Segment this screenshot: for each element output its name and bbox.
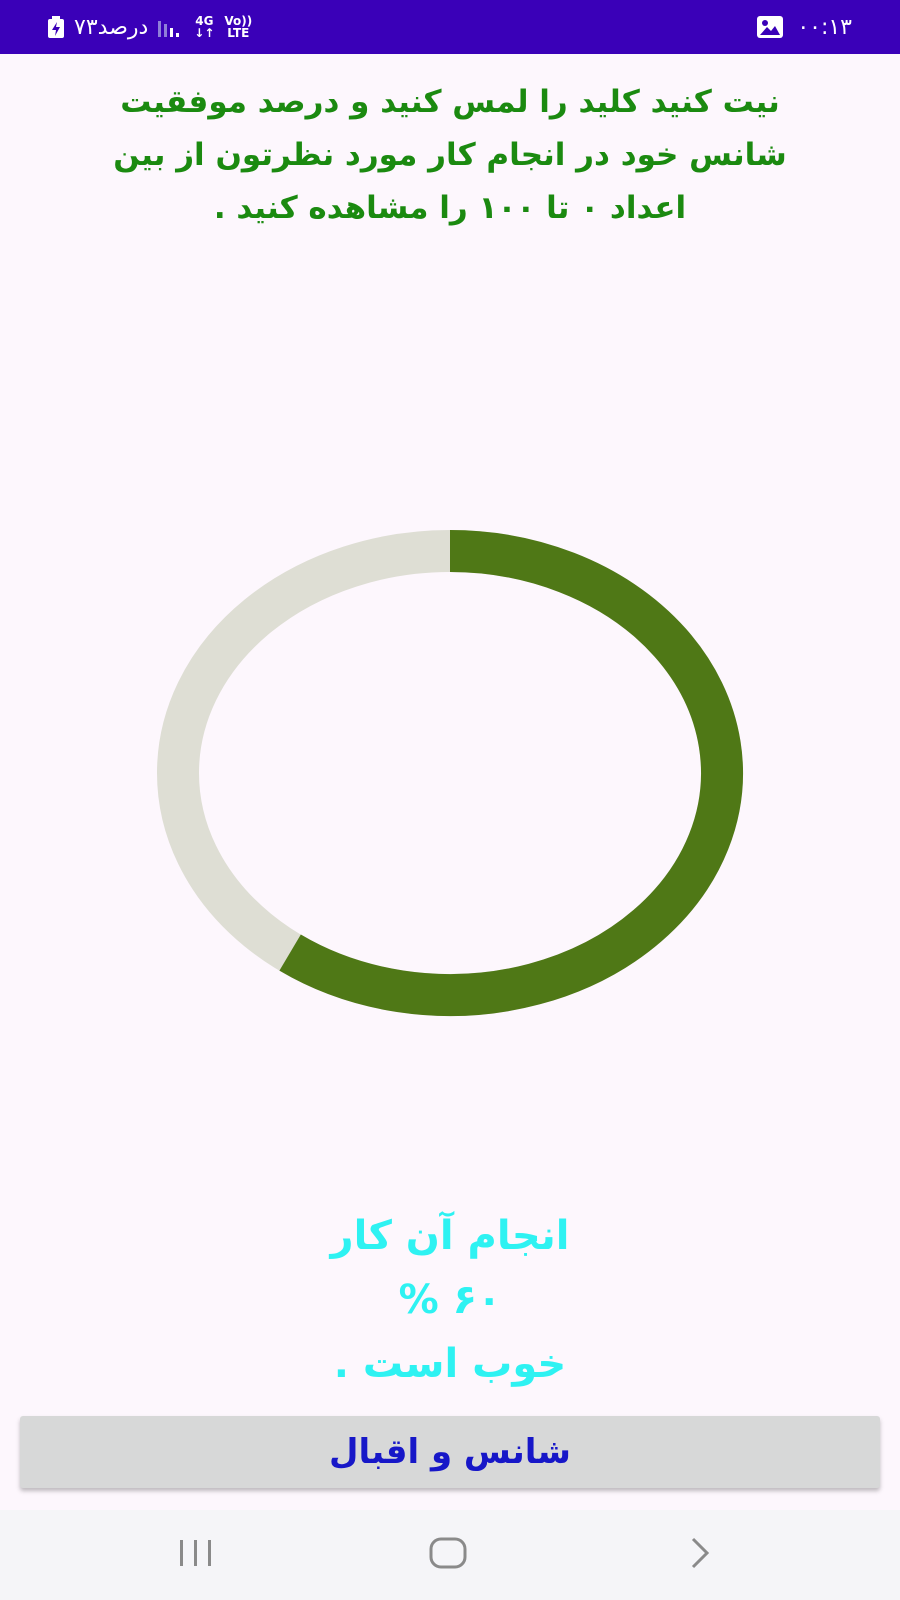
progress-ring-fill [279,530,743,1016]
luck-button[interactable]: شانس و اقبال [20,1416,880,1488]
network-type-indicator: 4G ↓↑ [194,15,214,39]
status-left: ۷۳درصد 4G ↓↑ Vo)) LTE [48,0,252,54]
status-bar: ۷۳درصد 4G ↓↑ Vo)) LTE ۰۰:۱۳ [0,0,900,54]
result-line-1: انجام آن کار [330,1213,570,1259]
result-percent: ۶۰ % [398,1277,502,1323]
clock-text: ۰۰:۱۳ [797,14,852,40]
battery-icon [48,16,64,38]
recents-button[interactable] [136,1510,256,1600]
instructions-line-2: شانس خود در انجام کار مورد نظرتون از بین [113,137,787,173]
home-button[interactable] [388,1510,508,1600]
volte-bottom-text: LTE [227,26,250,40]
status-right: ۰۰:۱۳ [757,0,852,54]
gallery-icon [757,16,784,38]
instructions-text: نیت کنید کلید را لمس کنید و درصد موفقیت … [60,76,840,235]
home-icon [428,1536,468,1574]
back-icon [685,1536,715,1574]
data-arrows-icon: ↓↑ [194,26,215,40]
result-text: انجام آن کار ۶۰ % خوب است . [150,1204,750,1396]
navigation-bar [0,1510,900,1600]
back-button[interactable] [640,1510,760,1600]
volte-indicator: Vo)) LTE [224,15,252,39]
result-line-3: خوب است . [333,1341,567,1387]
battery-percent-text: ۷۳درصد [74,14,149,40]
luck-button-label: شانس و اقبال [329,1432,571,1472]
recents-icon [176,1538,216,1572]
progress-ring [157,530,743,1016]
instructions-line-1: نیت کنید کلید را لمس کنید و درصد موفقیت [120,84,780,120]
signal-icon [158,17,184,37]
instructions-line-3: اعداد ۰ تا ۱۰۰ را مشاهده کنید . [213,190,687,226]
